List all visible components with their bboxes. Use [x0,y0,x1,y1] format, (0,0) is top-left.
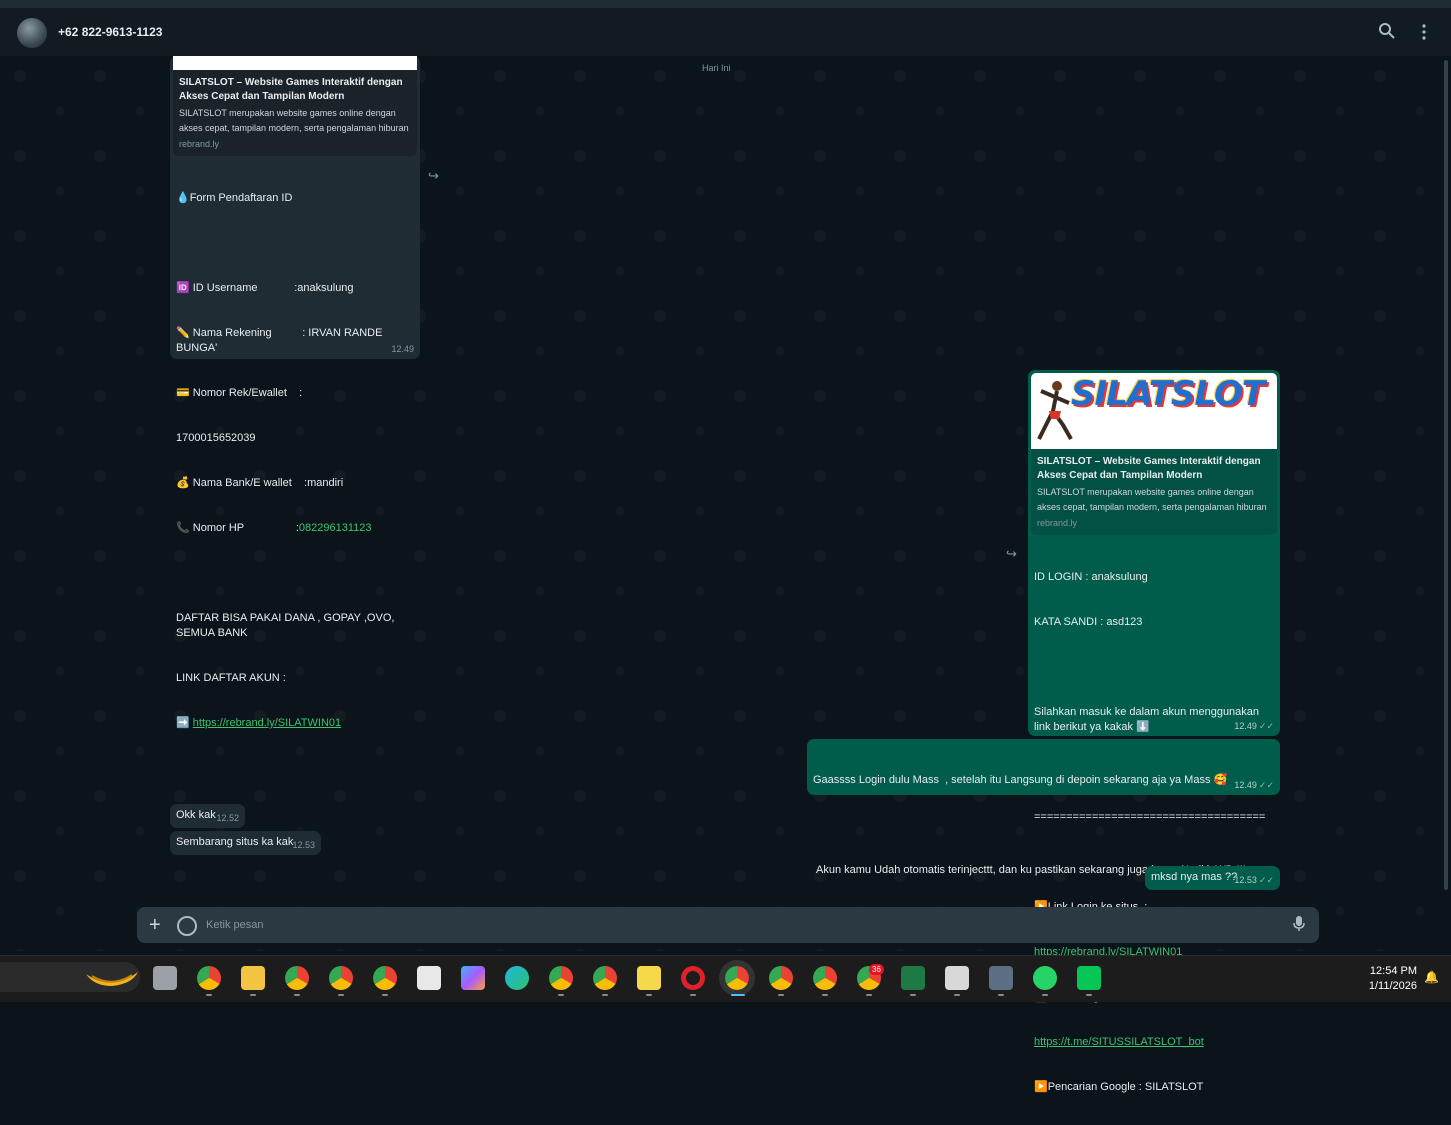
excel-icon[interactable] [901,966,925,990]
chrome-profile-icon[interactable] [719,960,755,996]
message-time: 12.49 ✓✓ [1234,780,1274,790]
phone-number-link[interactable]: 082296131123 [299,522,372,534]
line-icon[interactable] [1077,966,1101,990]
forward-icon[interactable]: ↪ [428,168,439,184]
taskbar: 36 12:54 PM 1/11/2026 🔔 [0,955,1451,1002]
snip-icon[interactable] [989,966,1013,990]
chrome-profile-icon[interactable] [329,966,353,990]
preview-domain: rebrand.ly [179,139,220,149]
notification-badge: 36 [869,964,884,975]
chrome-profile-icon[interactable] [593,966,617,990]
message-outgoing[interactable]: SILATSLOT SILATSLOT – Website Games Inte… [1028,370,1280,1093]
whatsapp-icon[interactable] [1033,966,1057,990]
message-time: 12.49 ✓✓ [1234,721,1274,731]
google-search-note: ▶️Pencarian Google : SILATSLOT [1034,1081,1204,1093]
sticky-notes-icon[interactable] [637,966,661,990]
system-clock[interactable]: 12:54 PM 1/11/2026 [1369,964,1417,994]
search-icon[interactable] [1377,22,1397,42]
chat-header: +62 822-9613-1123 [0,8,1451,56]
preview-title: SILATSLOT – Website Games Interaktif den… [1037,456,1261,481]
opera-icon[interactable] [681,966,705,990]
store-icon[interactable] [417,966,441,990]
password: KATA SANDI : asd123 [1034,616,1143,628]
chrome-profile-icon[interactable] [769,966,793,990]
preview-domain: rebrand.ly [1037,518,1078,528]
scrollbar-thumb[interactable] [1444,60,1448,890]
chrome-profile-icon[interactable] [549,966,573,990]
message-composer[interactable]: + Ketik pesan [137,907,1319,943]
notepad-icon[interactable] [945,966,969,990]
field-phone-label: 📞 Nomor HP : [176,522,299,534]
field-account-number: 1700015652039 [176,432,256,444]
clock-time: 12:54 PM [1369,965,1417,977]
message-incoming[interactable]: SILATSLOT – Website Games Interaktif den… [170,56,420,729]
forward-icon[interactable]: ↪ [1006,546,1017,562]
message-outgoing[interactable]: mksd nya mas ?? 12.53 ✓✓ [1145,866,1280,890]
message-time: 12.49 [391,344,414,354]
field-account-number-label: 💳 Nomor Rek/Ewallet : [176,387,303,399]
banner-logo-text: SILATSLOT [1071,374,1265,414]
notification-bell-icon[interactable]: 🔔 [1424,970,1439,984]
link-preview[interactable]: SILATSLOT – Website Games Interaktif den… [1031,449,1277,535]
double-check-icon: ✓✓ [1258,721,1274,731]
fighter-logo-icon [1037,381,1073,440]
payment-note: DAFTAR BISA PAKAI DANA , GOPAY ,OVO, SEM… [176,612,398,639]
preview-title: SILATSLOT – Website Games Interaktif den… [179,77,403,102]
telegram-link[interactable]: https://t.me/SITUSSILATSLOT_bot [1034,1035,1274,1050]
message-text-line1: Gaassss Login dulu Mass , setelah itu La… [813,774,1228,786]
more-vert-icon[interactable] [1414,22,1434,42]
message-time: 12.53 ✓✓ [1234,875,1274,885]
message-outgoing[interactable]: Gaassss Login dulu Mass , setelah itu La… [807,739,1280,876]
message-incoming[interactable]: Sembarang situs ka kak 12.53 [170,831,321,855]
taskbar-widget[interactable] [0,962,140,992]
microphone-icon[interactable] [1293,916,1305,935]
task-view-icon[interactable] [153,966,177,990]
login-id: ID LOGIN : anaksulung [1034,571,1148,583]
preview-description: SILATSLOT merupakan website games online… [179,108,409,133]
form-title: 💧Form Pendaftaran ID [176,192,293,204]
chrome-icon[interactable] [197,966,221,990]
chrome-profile-icon[interactable] [813,966,837,990]
sticker-emoji-icon[interactable] [177,916,197,936]
message-time: 12.53 [292,840,315,850]
field-bank: 💰 Nama Bank/E wallet :mandiri [176,477,344,489]
message-input[interactable]: Ketik pesan [206,919,263,931]
register-link[interactable]: https://rebrand.ly/SILATWIN01 [193,717,341,729]
banana-widget-icon [86,972,138,986]
edge-icon[interactable] [505,966,529,990]
clock-date: 1/11/2026 [1368,980,1417,992]
field-account-name: ✏️ Nama Rekening : IRVAN RANDE BUNGA' [176,327,386,354]
register-link-label: LINK DAFTAR AKUN : [176,672,286,684]
preview-description: SILATSLOT merupakan website games online… [1037,487,1267,512]
link-preview-image[interactable] [173,56,417,70]
double-check-icon: ✓✓ [1258,875,1274,885]
avatar[interactable] [17,18,47,48]
day-label: Hari Ini [702,63,731,73]
link-preview[interactable]: SILATSLOT – Website Games Interaktif den… [173,70,417,156]
file-explorer-icon[interactable] [241,966,265,990]
chrome-profile-icon[interactable] [373,966,397,990]
copilot-icon[interactable] [461,966,485,990]
double-check-icon: ✓✓ [1258,780,1274,790]
link-preview-image[interactable]: SILATSLOT [1031,373,1277,449]
contact-name[interactable]: +62 822-9613-1123 [58,25,162,39]
chrome-profile-icon[interactable] [285,966,309,990]
message-time: 12.52 [216,813,239,823]
attach-plus-icon[interactable]: + [149,914,161,937]
field-username: 🆔 ID Username :anaksulung [176,282,354,294]
message-incoming[interactable]: Okk kak 12.52 [170,804,245,828]
